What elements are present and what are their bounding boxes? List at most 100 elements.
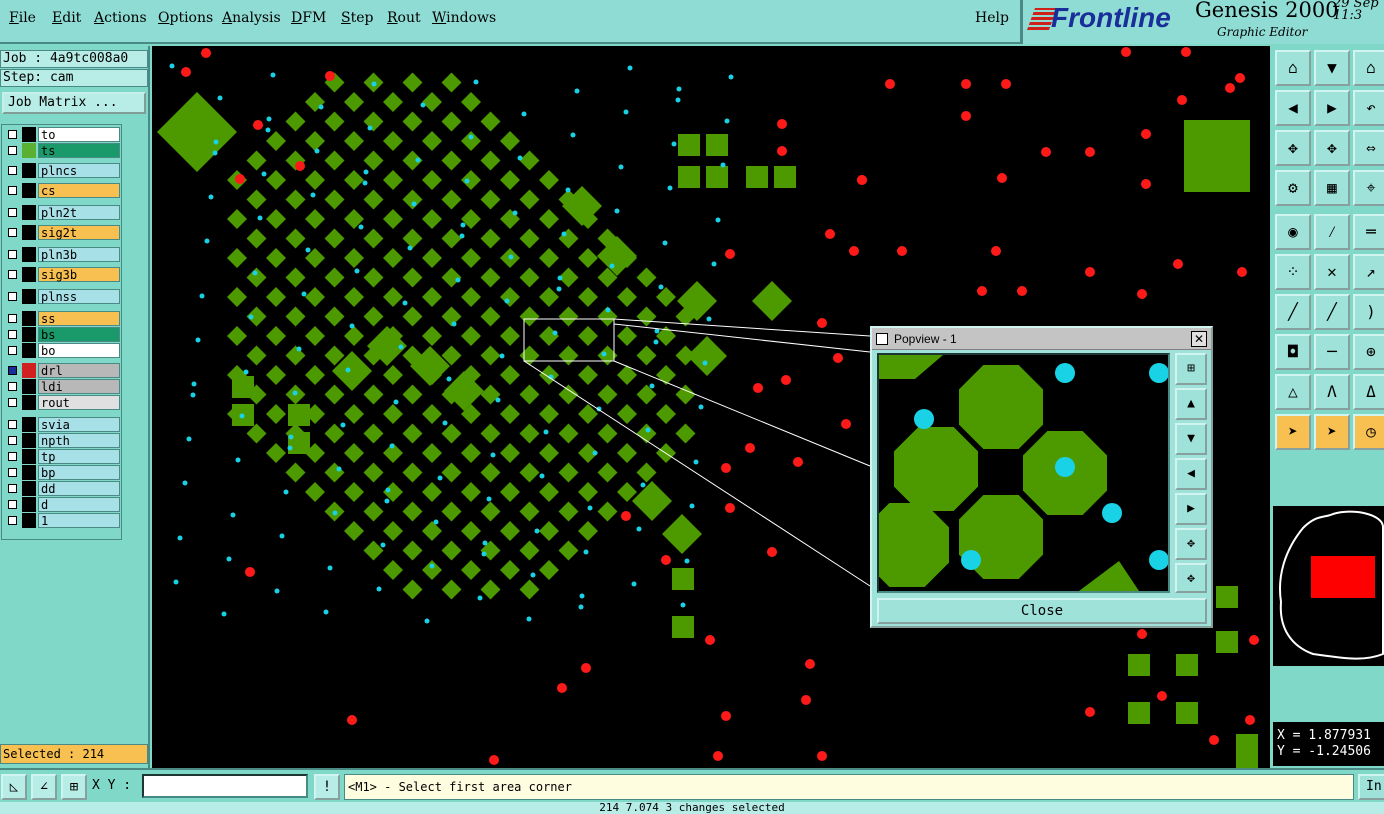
layer-row-tp[interactable]: tp	[4, 449, 122, 464]
layer-name[interactable]: plncs	[38, 163, 120, 178]
arrow-icon[interactable]: ↗	[1353, 254, 1384, 290]
layer-name[interactable]: plnss	[38, 289, 120, 304]
pan-left-icon[interactable]: ◀	[1275, 90, 1311, 126]
pv-zoom-in-icon[interactable]: ⊞	[1175, 353, 1207, 385]
menu-analysis[interactable]: Analysis	[222, 10, 281, 26]
layer-checkbox[interactable]	[8, 516, 17, 525]
menu-actions[interactable]: Actions	[94, 10, 147, 26]
menu-edit[interactable]: Edit	[52, 10, 81, 26]
popview-canvas[interactable]	[877, 353, 1170, 593]
layer-checkbox[interactable]	[8, 208, 17, 217]
layer-checkbox[interactable]	[8, 382, 17, 391]
alert-icon[interactable]: !	[314, 774, 340, 800]
layer-checkbox[interactable]	[8, 146, 17, 155]
layer-checkbox[interactable]	[8, 130, 17, 139]
layer-checkbox[interactable]	[8, 186, 17, 195]
select-circle-icon[interactable]: ◷	[1353, 414, 1384, 450]
grid-snap-icon[interactable]: ⊞	[61, 774, 87, 800]
layer-name[interactable]: to	[38, 127, 120, 142]
overview-map[interactable]	[1273, 506, 1384, 666]
in-button[interactable]: In	[1358, 774, 1384, 800]
layer-row-npth[interactable]: npth	[4, 433, 122, 448]
layer-row-ldi[interactable]: ldi	[4, 379, 122, 394]
zoom-home-icon[interactable]: ⌂	[1275, 50, 1311, 86]
settings-icon[interactable]: ⚙	[1275, 170, 1311, 206]
pan-right-icon[interactable]: ▶	[1314, 90, 1350, 126]
layer-name[interactable]: rout	[38, 395, 120, 410]
layer-row-sig2t[interactable]: sig2t	[4, 225, 122, 240]
layer-name[interactable]: 1	[38, 513, 120, 528]
layer-checkbox[interactable]	[8, 250, 17, 259]
pv-pan-up-icon[interactable]: ▲	[1175, 388, 1207, 420]
layer-row-bs[interactable]: bs	[4, 327, 122, 342]
area-select-icon[interactable]: ◺	[1, 774, 27, 800]
menu-help[interactable]: Help	[975, 10, 1009, 26]
layer-row-plncs[interactable]: plncs	[4, 163, 122, 178]
layer-checkbox[interactable]	[8, 398, 17, 407]
layer-row-ts[interactable]: ts	[4, 143, 122, 158]
ruler-icon[interactable]: ═	[1353, 214, 1384, 250]
via-icon[interactable]: ⊕	[1353, 334, 1384, 370]
snap-icon[interactable]: ⌖	[1353, 170, 1384, 206]
edit-line2-icon[interactable]: ╱	[1314, 294, 1350, 330]
layer-row-drl[interactable]: drl	[4, 363, 122, 378]
pv-fit-icon[interactable]: ✥	[1175, 528, 1207, 560]
layer-row-1[interactable]: 1	[4, 513, 122, 528]
menu-options[interactable]: Options	[158, 10, 213, 26]
layer-checkbox[interactable]	[8, 420, 17, 429]
layer-name[interactable]: sig2t	[38, 225, 120, 240]
scale-icon[interactable]: ⇔	[1353, 130, 1384, 166]
layer-name[interactable]: ldi	[38, 379, 120, 394]
layer-checkbox[interactable]	[8, 468, 17, 477]
arc-icon[interactable]: )	[1353, 294, 1384, 330]
angle-select-icon[interactable]: ∠	[31, 774, 57, 800]
layer-name[interactable]: ss	[38, 311, 120, 326]
layer-name[interactable]: cs	[38, 183, 120, 198]
popview-titlebar[interactable]: Popview - 1 ✕	[872, 328, 1211, 350]
layer-checkbox[interactable]	[8, 366, 17, 375]
layer-row-bp[interactable]: bp	[4, 465, 122, 480]
layer-name[interactable]: d	[38, 497, 120, 512]
menu-dfm[interactable]: DFM	[291, 10, 326, 26]
layer-name[interactable]: tp	[38, 449, 120, 464]
close-icon[interactable]: ✕	[1191, 331, 1207, 347]
layer-checkbox[interactable]	[8, 436, 17, 445]
layer-name[interactable]: npth	[38, 433, 120, 448]
layer-name[interactable]: sig3b	[38, 267, 120, 282]
window-menu-icon[interactable]	[876, 333, 888, 345]
layer-row-to[interactable]: to	[4, 127, 122, 142]
trace-icon[interactable]: ─	[1314, 334, 1350, 370]
cross-icon[interactable]: ✕	[1314, 254, 1350, 290]
layer-row-cs[interactable]: cs	[4, 183, 122, 198]
grid-icon[interactable]: ▦	[1314, 170, 1350, 206]
home-icon[interactable]: ⌂	[1353, 50, 1384, 86]
layer-checkbox[interactable]	[8, 330, 17, 339]
layer-name[interactable]: svia	[38, 417, 120, 432]
layer-name[interactable]: bo	[38, 343, 120, 358]
layer-checkbox[interactable]	[8, 166, 17, 175]
net-icon[interactable]: ⁘	[1275, 254, 1311, 290]
layer-checkbox[interactable]	[8, 292, 17, 301]
layer-row-d[interactable]: d	[4, 497, 122, 512]
layer-name[interactable]: drl	[38, 363, 120, 378]
xy-input[interactable]	[142, 774, 308, 798]
layer-name[interactable]: dd	[38, 481, 120, 496]
layer-checkbox[interactable]	[8, 270, 17, 279]
layer-checkbox[interactable]	[8, 228, 17, 237]
layer-name[interactable]: bs	[38, 327, 120, 342]
undo-icon[interactable]: ↶	[1353, 90, 1384, 126]
layer-row-bo[interactable]: bo	[4, 343, 122, 358]
zoom-fit-icon[interactable]: ✥	[1275, 130, 1311, 166]
pv-pan-down-icon[interactable]: ▼	[1175, 423, 1207, 455]
menu-windows[interactable]: Windows	[432, 10, 496, 26]
pan-down-icon[interactable]: ▼	[1314, 50, 1350, 86]
layer-checkbox[interactable]	[8, 500, 17, 509]
pv-center-icon[interactable]: ✥	[1175, 563, 1207, 593]
layer-name[interactable]: pln3b	[38, 247, 120, 262]
layer-name[interactable]: bp	[38, 465, 120, 480]
select-arrow-icon[interactable]: ➤	[1275, 414, 1311, 450]
job-matrix-button[interactable]: Job Matrix ...	[2, 92, 146, 114]
layer-row-rout[interactable]: rout	[4, 395, 122, 410]
layer-row-sig3b[interactable]: sig3b	[4, 267, 122, 282]
menu-step[interactable]: Step	[341, 10, 373, 26]
